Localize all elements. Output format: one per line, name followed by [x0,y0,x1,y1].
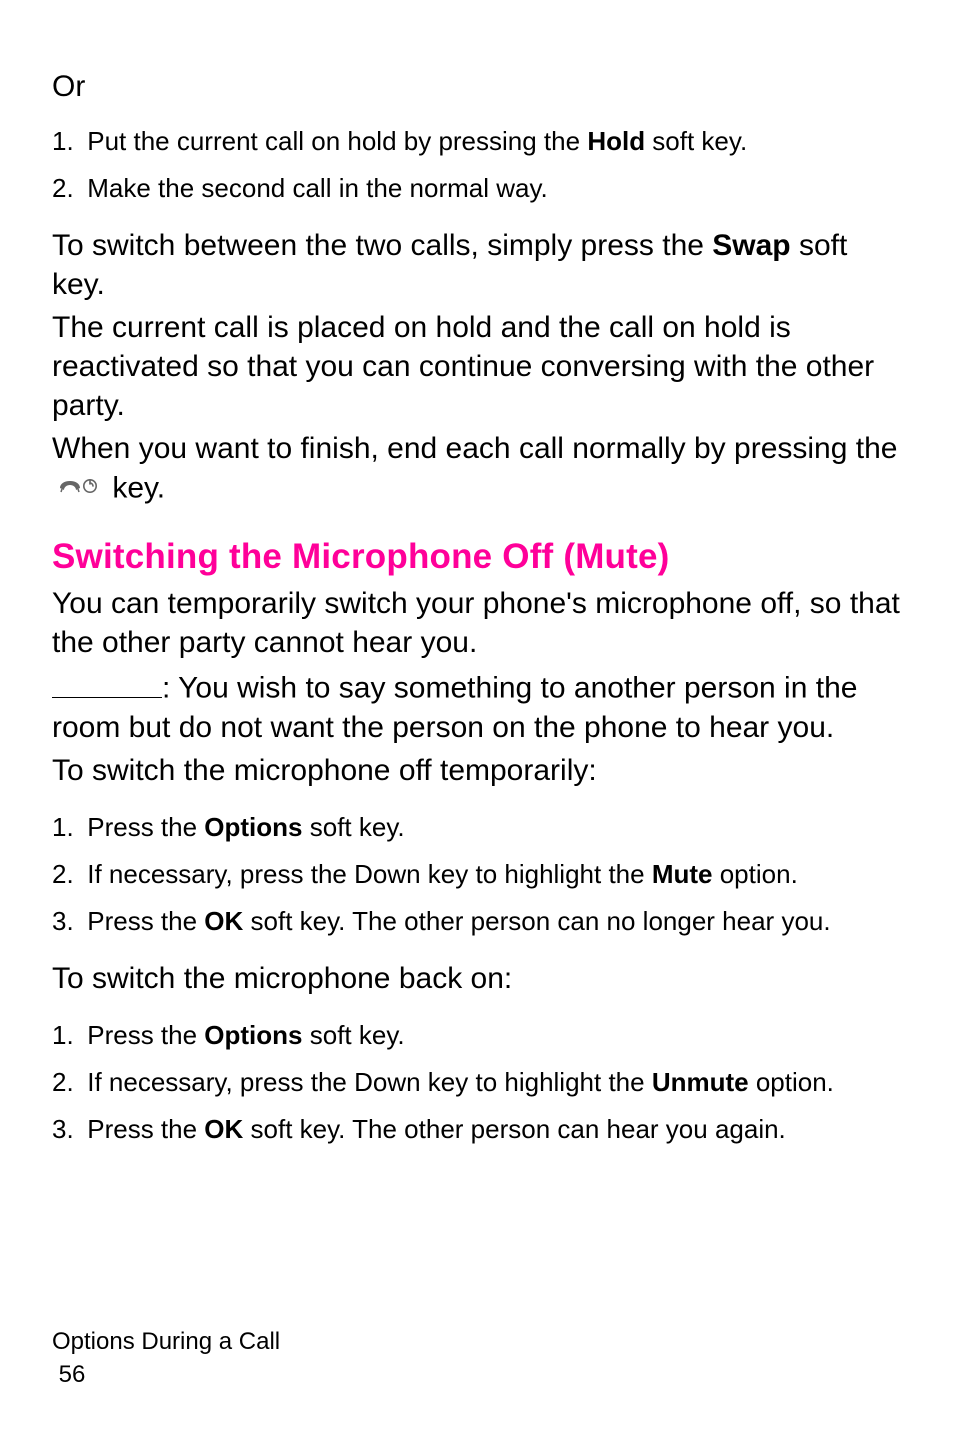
list-text: Press the [87,906,204,936]
steps-list-2: 1. Press the Options soft key. 2. If nec… [52,810,902,939]
list-number: 1. [52,1018,80,1053]
page-number-value: 56 [59,1361,86,1388]
steps-list-1: 1. Put the current call on hold by press… [52,124,902,206]
list-item: 2. Make the second call in the normal wa… [52,171,902,206]
list-text: soft key. The other person can hear you … [243,1114,785,1144]
list-number: 2. [52,171,80,206]
paragraph: You can temporarily switch your phone's … [52,584,902,662]
list-text: soft key. [303,812,405,842]
list-number: 1. [52,124,80,159]
list-item: 3. Press the OK soft key. The other pers… [52,904,902,939]
paragraph: To switch the microphone off temporarily… [52,751,902,790]
mute-label: Mute [652,859,713,889]
list-number: 3. [52,1112,80,1147]
list-item: 2. If necessary, press the Down key to h… [52,857,902,892]
list-number: 2. [52,1065,80,1100]
paragraph: To switch between the two calls, simply … [52,226,902,304]
list-text: soft key. The other person can no longer… [243,906,830,936]
list-text: option. [749,1067,834,1097]
list-text: soft key. [645,126,747,156]
list-text: soft key. [303,1020,405,1050]
hold-label: Hold [587,126,645,156]
page-footer: Options During a Call 56 [52,1326,280,1391]
example-paragraph: : You wish to say something to another p… [52,666,902,747]
section-heading-mute: Switching the Microphone Off (Mute) [52,535,902,579]
example-blank-underline [52,666,162,698]
options-label: Options [204,1020,302,1050]
list-number: 3. [52,904,80,939]
ok-label: OK [204,906,243,936]
end-call-key-icon [56,468,100,507]
options-label: Options [204,812,302,842]
list-item: 1. Press the Options soft key. [52,810,902,845]
list-text: If necessary, press the Down key to high… [87,859,652,889]
list-item: 2. If necessary, press the Down key to h… [52,1065,902,1100]
page-number: 56 [52,1359,280,1391]
example-text: : You wish to say something to another p… [52,672,857,744]
list-number: 2. [52,857,80,892]
list-number: 1. [52,810,80,845]
paragraph-text: To switch between the two calls, simply … [52,229,712,262]
paragraph: To switch the microphone back on: [52,959,902,998]
list-text: Press the [87,812,204,842]
list-text: Put the current call on hold by pressing… [87,126,587,156]
paragraph-text: key. [112,471,165,504]
paragraph: The current call is placed on hold and t… [52,308,902,425]
footer-section-title: Options During a Call [52,1326,280,1358]
list-text: Press the [87,1114,204,1144]
swap-label: Swap [712,229,790,262]
or-label: Or [52,68,902,106]
list-text: option. [713,859,798,889]
unmute-label: Unmute [652,1067,749,1097]
ok-label: OK [204,1114,243,1144]
steps-list-3: 1. Press the Options soft key. 2. If nec… [52,1018,902,1147]
list-item: 1. Press the Options soft key. [52,1018,902,1053]
list-text: Make the second call in the normal way. [87,173,548,203]
list-text: If necessary, press the Down key to high… [87,1067,652,1097]
paragraph: When you want to finish, end each call n… [52,429,902,511]
list-item: 1. Put the current call on hold by press… [52,124,902,159]
list-text: Press the [87,1020,204,1050]
list-item: 3. Press the OK soft key. The other pers… [52,1112,902,1147]
paragraph-text: When you want to finish, end each call n… [52,432,897,465]
